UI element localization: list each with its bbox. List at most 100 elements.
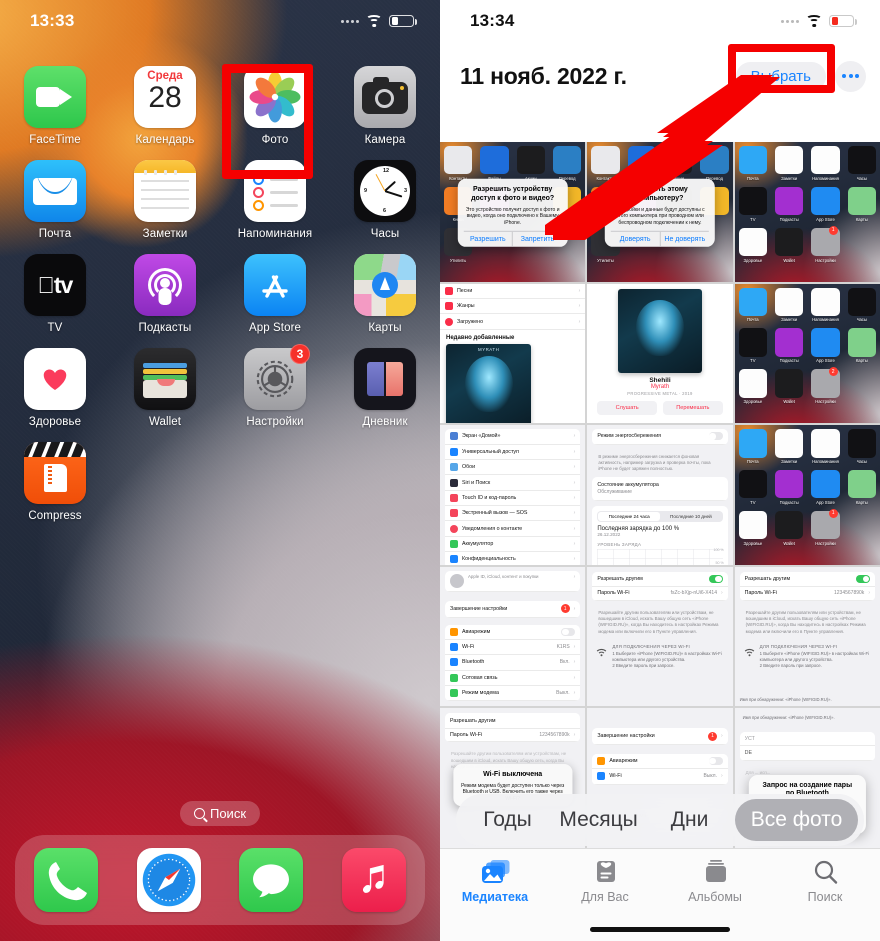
phone-icon[interactable] bbox=[34, 848, 99, 912]
app-health[interactable]: Здоровье bbox=[0, 334, 110, 428]
wifi-password-label: Пароль Wi-Fi bbox=[744, 590, 777, 597]
thumb-app-label: Часы bbox=[856, 317, 867, 323]
thumb-row-label: Песни bbox=[457, 287, 473, 294]
thumb-shuffle-button: Перемешать bbox=[663, 400, 723, 415]
compress-icon bbox=[24, 442, 86, 504]
app-camera[interactable]: Камера bbox=[330, 52, 440, 146]
thumb-album-name: Shehili bbox=[649, 376, 671, 384]
photo-thumbnail[interactable]: Разрешать другим Пароль Wi-Fi 1234567890k… bbox=[734, 566, 880, 707]
home-search-pill[interactable]: Поиск bbox=[179, 801, 261, 826]
wifi-icon bbox=[596, 644, 607, 670]
hotspot-wifi-title: ДЛЯ ПОДКЛЮЧЕНИЯ ЧЕРЕЗ WI-FI bbox=[759, 644, 838, 650]
tab-albums[interactable]: Альбомы bbox=[660, 859, 770, 904]
ellipsis-icon[interactable] bbox=[835, 60, 866, 92]
status-indicators bbox=[341, 14, 417, 28]
account-sub: Apple ID, iCloud, контент и покупки bbox=[468, 573, 539, 579]
photo-thumbnail[interactable]: Почта Заметки Напоминания Часы TV Подкас… bbox=[734, 425, 880, 565]
app-label: Карты bbox=[368, 322, 402, 334]
app-maps[interactable]: Карты bbox=[330, 240, 440, 334]
settings-row-label: Обои bbox=[462, 464, 476, 471]
thumb-app-label: Карты bbox=[855, 358, 868, 364]
podcasts-icon bbox=[134, 254, 196, 316]
maps-icon bbox=[354, 254, 416, 316]
allow-others-label: Разрешать другим bbox=[450, 717, 496, 724]
app-compress[interactable]: Compress bbox=[0, 428, 110, 522]
filter-days[interactable]: Дни bbox=[644, 808, 735, 832]
music-icon[interactable] bbox=[341, 848, 406, 912]
tab-library[interactable]: Медиатека bbox=[440, 859, 550, 904]
thumb-app-label: Настройки bbox=[815, 257, 836, 263]
appstore-icon bbox=[244, 254, 306, 316]
app-clock[interactable]: 12 3 6 9 Часы bbox=[330, 146, 440, 240]
thumb-app-label: Карты bbox=[855, 216, 868, 222]
hotspot-step: 2 Введите пароль при запросе. bbox=[759, 663, 822, 669]
app-label: App Store bbox=[248, 322, 302, 334]
thumb-app-label: TV bbox=[750, 358, 756, 364]
app-appstore[interactable]: App Store bbox=[220, 240, 330, 334]
app-diary[interactable]: Дневник bbox=[330, 334, 440, 428]
search-icon bbox=[193, 808, 205, 819]
app-notes[interactable]: Заметки bbox=[110, 146, 220, 240]
photo-thumbnail[interactable]: Песни › Жанры › Загружено › Недавно добавле… bbox=[440, 283, 586, 424]
messages-icon[interactable] bbox=[239, 848, 304, 912]
app-label: Compress bbox=[28, 510, 82, 522]
thumb-app-label: Напоминания bbox=[812, 459, 839, 465]
photo-thumbnail[interactable]: Shehili Myrath PROGRESSIVE METAL · 2019 … bbox=[587, 283, 733, 424]
health-icon bbox=[24, 348, 86, 410]
clock-icon: 12 3 6 9 bbox=[354, 160, 416, 222]
settings-row-label: Универсальный доступ bbox=[462, 448, 519, 455]
app-label: Настройки bbox=[246, 416, 304, 428]
filter-years[interactable]: Годы bbox=[462, 808, 553, 832]
photo-thumbnail[interactable]: Разрешать другим Пароль Wi-Fi fsZc-bXjp-n… bbox=[587, 566, 733, 707]
photo-thumbnail[interactable]: Apple ID, iCloud, контент и покупки › За… bbox=[440, 566, 586, 707]
app-podcasts[interactable]: Подкасты bbox=[110, 240, 220, 334]
app-appletv[interactable]: tv TV bbox=[0, 240, 110, 334]
photo-grid: Контакты Файлы Акции Перевод Книги Утили… bbox=[440, 142, 880, 848]
settings-row-label: Уведомления о контакте bbox=[462, 525, 523, 532]
tab-label: Медиатека bbox=[461, 890, 529, 904]
setup-row-label: Завершение настройки bbox=[450, 605, 508, 612]
settings-row-label: Siri и Поиск bbox=[462, 479, 491, 486]
filter-months[interactable]: Месяцы bbox=[553, 808, 644, 832]
app-wallet[interactable]: Wallet bbox=[110, 334, 220, 428]
thumb-app-label: Почта bbox=[747, 317, 759, 323]
safari-icon[interactable] bbox=[136, 848, 201, 912]
tab-search[interactable]: Поиск bbox=[770, 859, 880, 904]
status-indicators bbox=[781, 14, 857, 28]
appletv-icon: tv bbox=[24, 254, 86, 316]
settings-row-value: Выкл. bbox=[703, 773, 717, 780]
hotspot-paragraph: Разрешайте другим пользователям или устр… bbox=[745, 609, 866, 634]
thumb-badge: 2 bbox=[828, 367, 838, 377]
settings-row-label: Аккумулятор bbox=[462, 541, 494, 547]
filter-all-photos[interactable]: Все фото bbox=[735, 799, 858, 841]
app-grid: FaceTime Среда 28 Календарь Фото Камера … bbox=[0, 52, 440, 522]
photo-thumbnail[interactable]: Режим энергосбережения В режиме энергосб… bbox=[587, 425, 733, 565]
app-settings[interactable]: 3 Настройки bbox=[220, 334, 330, 428]
app-mail[interactable]: Почта bbox=[0, 146, 110, 240]
thumb-app-label: Заметки bbox=[781, 317, 798, 323]
dialog-allow-button: Разрешить bbox=[469, 236, 506, 244]
settings-row-label: Сотовая связь bbox=[462, 674, 498, 681]
thumb-app-label: Настройки bbox=[815, 540, 836, 546]
thumb-app-label: Часы bbox=[856, 175, 867, 181]
thumb-app-label: Wallet bbox=[783, 399, 795, 405]
photo-thumbnail[interactable]: Почта Заметки Напоминания Часы TV Подкас… bbox=[734, 283, 880, 424]
settings-row-label: Авиарежим bbox=[462, 628, 491, 635]
app-calendar[interactable]: Среда 28 Календарь bbox=[110, 52, 220, 146]
tab-for-you[interactable]: Для Вас bbox=[550, 859, 660, 904]
thumb-app-label: Настройки bbox=[815, 399, 836, 405]
setup-row-label: Завершение настройки bbox=[597, 733, 655, 740]
thumb-app-label: Здоровье bbox=[743, 257, 763, 263]
thumb-app-label: Карты bbox=[855, 499, 868, 505]
app-label: Камера bbox=[364, 134, 406, 146]
thumb-app-label: Напоминания bbox=[812, 175, 839, 181]
app-facetime[interactable]: FaceTime bbox=[0, 52, 110, 146]
app-row: FaceTime Среда 28 Календарь Фото Камера bbox=[0, 52, 440, 146]
photo-thumbnail[interactable]: Экран «Домой» › Универсальный доступ › Обо… bbox=[440, 425, 586, 565]
allow-others-label: Разрешать другим bbox=[597, 575, 643, 582]
thumb-section-header: Недавно добавленные bbox=[446, 334, 515, 341]
mail-icon bbox=[24, 160, 86, 222]
hotspot-step: 1 Выберите «iPhone (WIFIGID.RU)» в настр… bbox=[612, 651, 722, 663]
signal-dots-icon bbox=[341, 19, 359, 23]
battery-icon bbox=[389, 14, 417, 28]
